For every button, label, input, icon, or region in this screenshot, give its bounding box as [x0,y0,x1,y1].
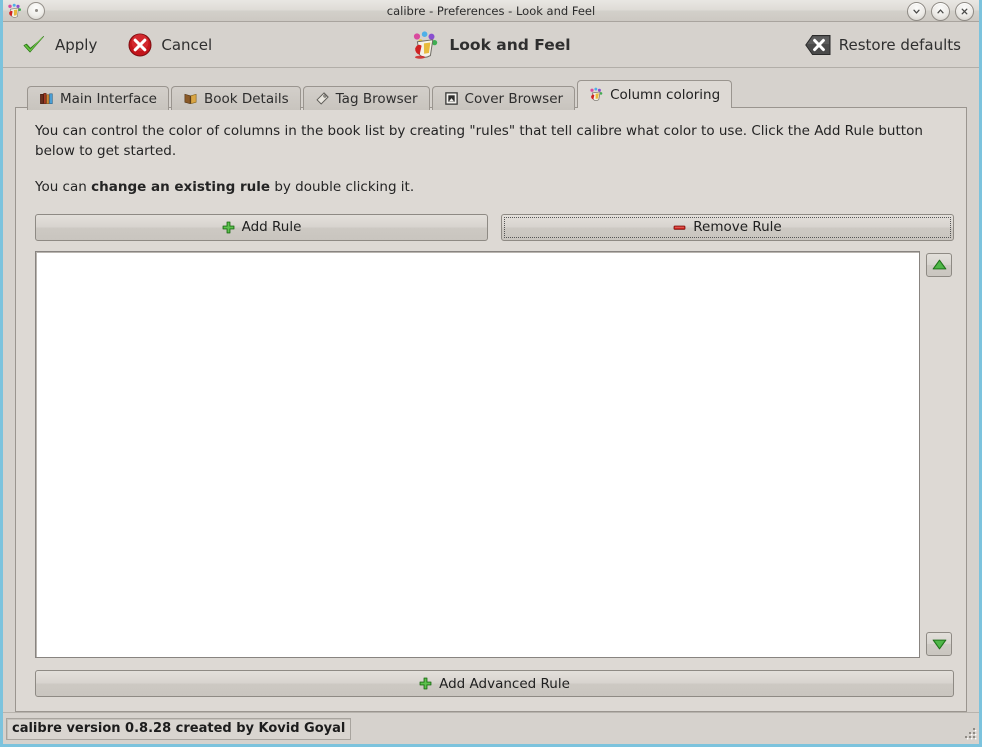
tab-label: Tag Browser [335,90,418,107]
minimize-button[interactable] [907,2,926,21]
red-circle-x-icon [128,33,152,56]
apply-button[interactable]: Apply [17,25,101,65]
remove-rule-button[interactable]: Remove Rule [501,213,954,241]
rules-list-area [35,250,954,658]
cancel-button[interactable]: Cancel [123,25,216,65]
red-minus-icon [673,225,686,230]
tab-cover-browser[interactable]: Cover Browser [431,86,576,110]
title-bar-left [3,1,45,20]
add-advanced-rule-label: Add Advanced Rule [439,675,570,692]
green-plus-icon [419,677,432,690]
calibre-paint-pot-icon [8,3,21,18]
green-check-icon [23,35,44,52]
remove-rule-label: Remove Rule [693,219,782,236]
description-secondary: You can change an existing rule by doubl… [35,178,935,198]
toolbar-left-group: Apply Cancel [3,25,216,65]
window-title: calibre - Preferences - Look and Feel [386,3,596,18]
maximize-button[interactable] [931,2,950,21]
description-secondary-bold: change an existing rule [91,179,271,196]
books-icon [40,93,53,104]
look-and-feel-title: Look and Feel [407,25,574,65]
green-triangle-up-icon [932,259,946,270]
look-and-feel-label: Look and Feel [449,35,571,54]
chevron-up-icon [937,9,944,14]
move-rule-down-button[interactable] [926,632,952,656]
status-bar: calibre version 0.8.28 created by Kovid … [3,712,979,744]
rules-list[interactable] [35,250,920,658]
description-primary: You can control the color of columns in … [35,123,923,159]
rule-order-buttons [926,251,954,658]
add-advanced-rule-button[interactable]: Add Advanced Rule [35,670,954,697]
preferences-page: Main Interface Book Details Tag Browser [3,68,979,712]
tag-icon [316,92,329,105]
version-label: calibre version 0.8.28 created by Kovid … [6,717,352,740]
tab-label: Main Interface [60,90,157,107]
window-menu-button[interactable] [27,1,45,20]
close-x-icon [961,8,968,15]
apply-label: Apply [55,35,98,54]
advanced-rule-row: Add Advanced Rule [35,670,954,697]
restore-defaults-button[interactable]: Restore defaults [801,25,965,65]
description-secondary-prefix: You can [35,179,92,196]
add-rule-label: Add Rule [241,219,302,236]
cancel-label: Cancel [161,35,213,54]
preferences-window: calibre - Preferences - Look and Feel Ap… [0,0,982,747]
window-controls [907,2,974,21]
add-rule-button[interactable]: Add Rule [35,213,488,241]
rule-button-row: Add Rule Remove Rule [35,213,954,241]
description-secondary-suffix: by double clicking it. [270,179,415,196]
close-button[interactable] [955,2,974,21]
tab-label: Cover Browser [464,90,564,107]
tab-book-details[interactable]: Book Details [170,86,301,110]
toolbar-right-group: Restore defaults [801,25,965,65]
tab-tag-browser[interactable]: Tag Browser [302,86,430,110]
move-rule-up-button[interactable] [926,252,952,277]
preferences-tab-bar: Main Interface Book Details Tag Browser [15,80,967,110]
tab-main-interface[interactable]: Main Interface [27,86,169,110]
green-plus-icon [222,221,234,234]
chevron-down-icon [913,9,920,14]
picture-frame-icon [444,92,458,105]
window-menu-icon [34,9,38,12]
tab-label: Column coloring [610,86,721,103]
tab-column-coloring[interactable]: Column coloring [577,80,733,108]
tab-label: Book Details [203,90,289,107]
preferences-toolbar: Apply Cancel Look and Feel Restore defau… [3,22,979,68]
green-triangle-down-icon [932,639,946,649]
dark-badge-x-icon [804,34,831,55]
resize-grip-icon[interactable] [961,726,977,742]
title-bar: calibre - Preferences - Look and Feel [3,0,979,22]
restore-defaults-label: Restore defaults [838,35,961,54]
look-and-feel-paint-pot-icon [414,30,438,59]
column-coloring-panel: You can control the color of columns in … [15,107,967,712]
open-book-icon [184,93,197,105]
color-palette-icon [590,87,603,101]
